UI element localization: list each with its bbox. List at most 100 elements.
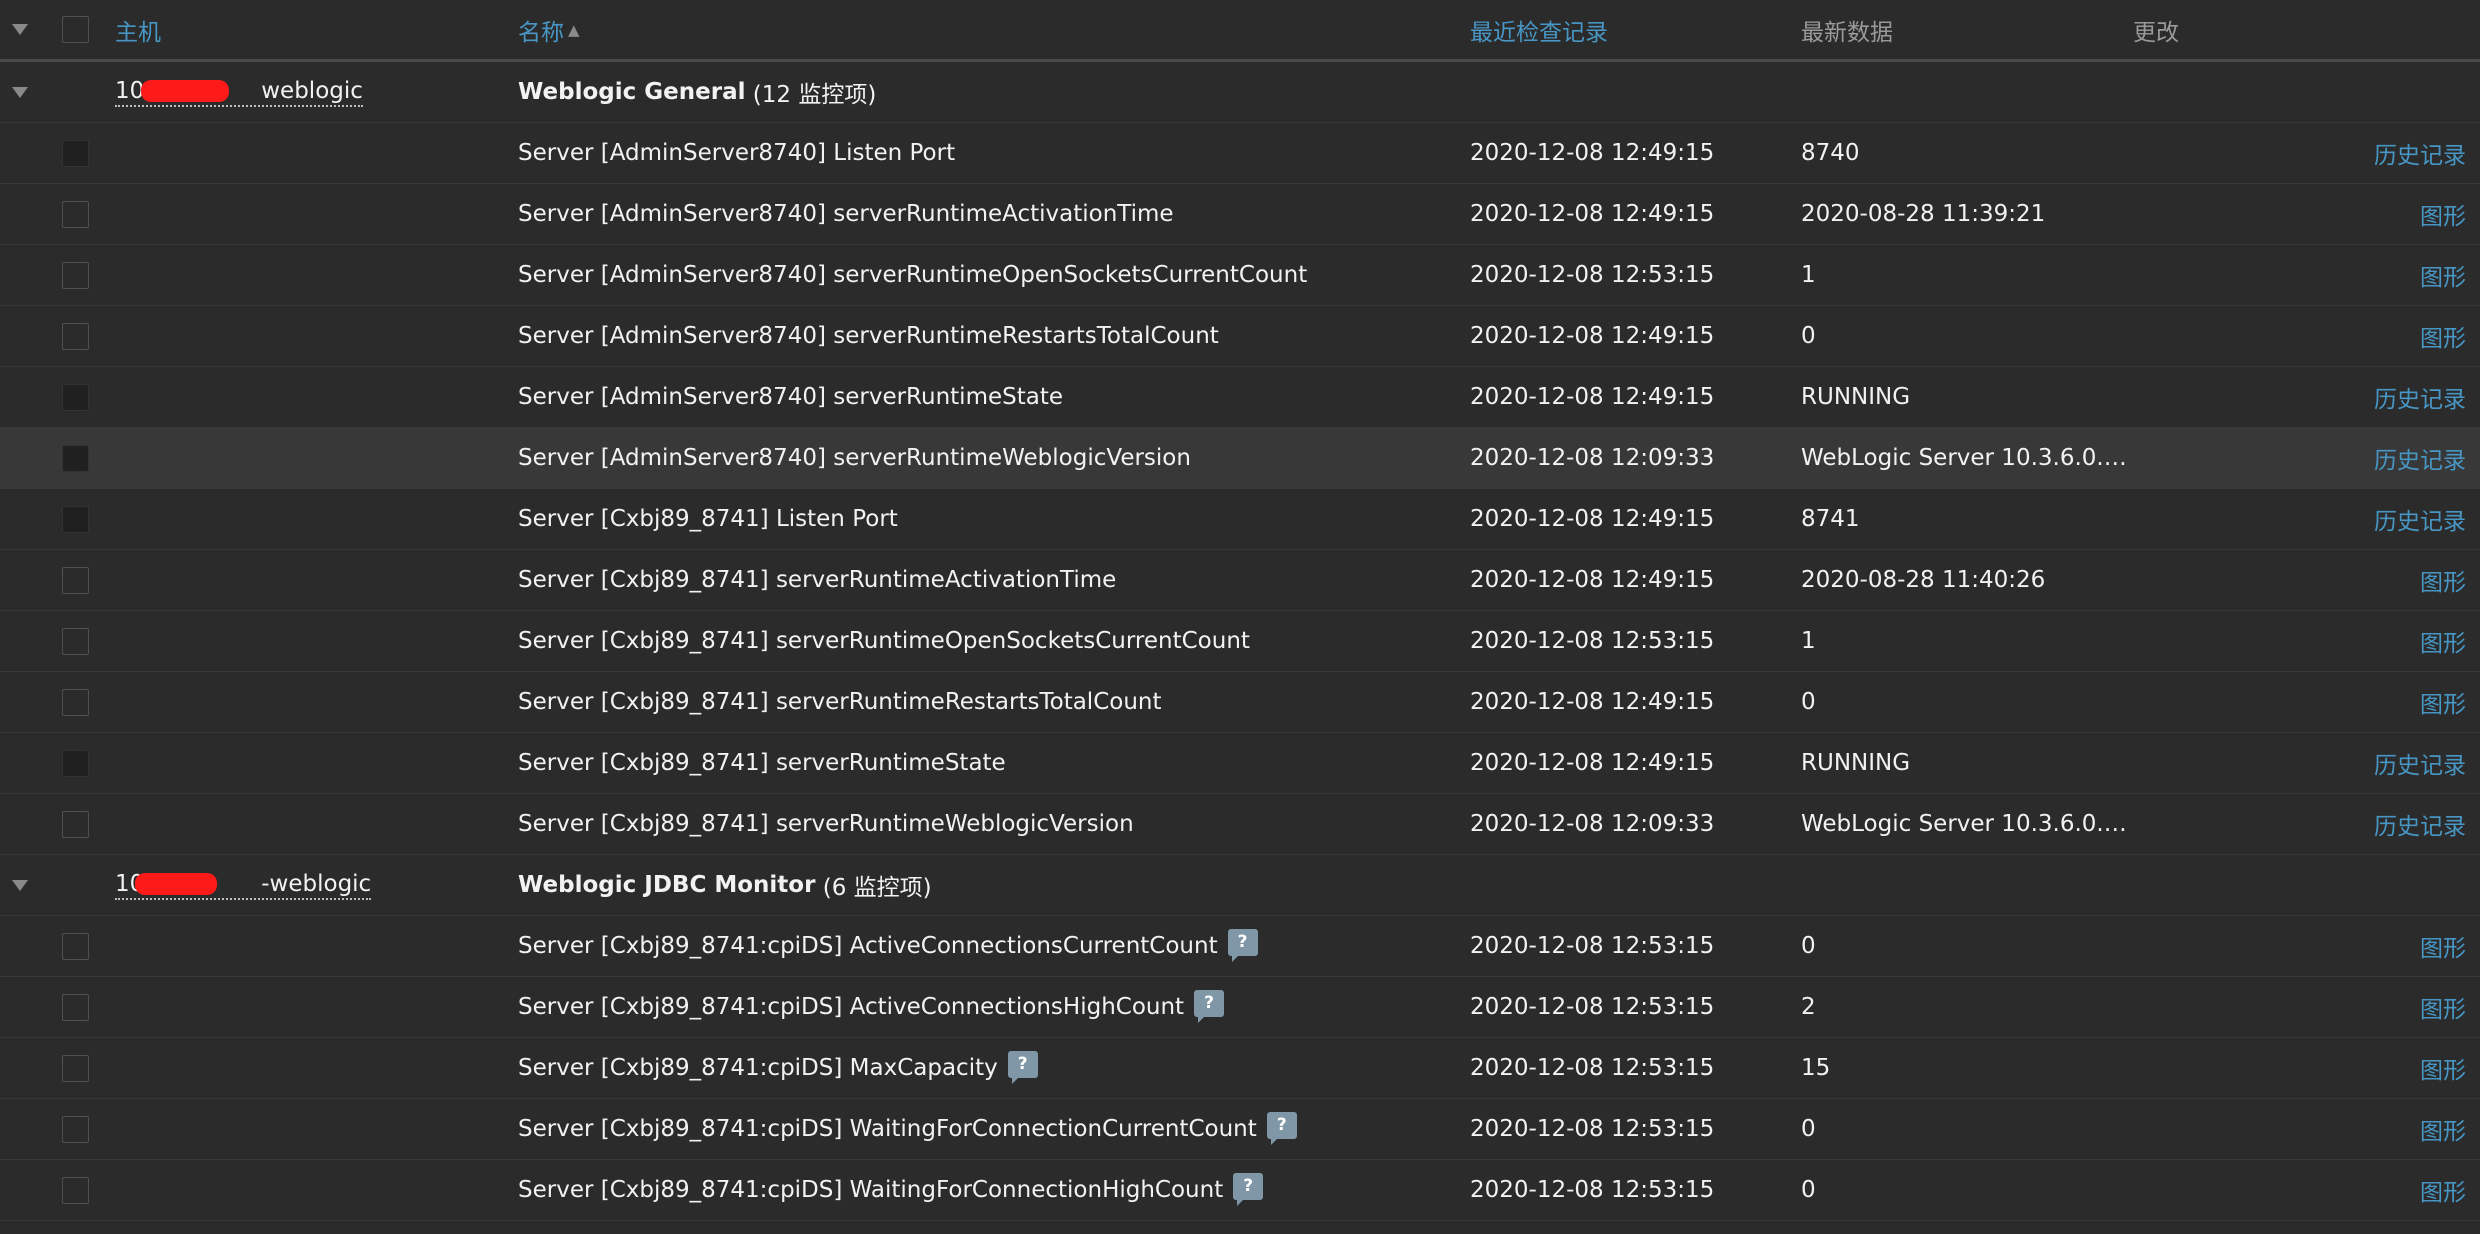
item-name-cell: Server [Cxbj89_8741] serverRuntimeActiva…: [518, 550, 1116, 610]
item-action-link[interactable]: 图形: [2420, 184, 2466, 244]
item-action-link[interactable]: 图形: [2420, 611, 2466, 671]
item-checkbox[interactable]: [62, 444, 89, 472]
chevron-down-icon: [12, 86, 28, 98]
item-name: Server [Cxbj89_8741:cpiDS] WaitingForCon…: [518, 1116, 1257, 1142]
item-checkbox[interactable]: [62, 261, 89, 289]
item-checkbox[interactable]: [62, 627, 89, 655]
item-last-check: 2020-12-08 12:49:15: [1470, 750, 1715, 776]
item-last-check: 2020-12-08 12:49:15: [1470, 567, 1715, 593]
item-name-cell: Server [AdminServer8740] Listen Port: [518, 123, 955, 183]
item-name: Server [Cxbj89_8741] serverRuntimeState: [518, 750, 1006, 776]
item-checkbox[interactable]: [62, 1115, 89, 1143]
group-toggle[interactable]: [8, 855, 38, 915]
item-checkbox-cell[interactable]: [62, 1099, 98, 1159]
item-checkbox-cell[interactable]: [62, 428, 98, 488]
item-checkbox[interactable]: [62, 566, 89, 594]
item-name-cell: Server [Cxbj89_8741] serverRuntimeRestar…: [518, 672, 1162, 732]
item-checkbox[interactable]: [62, 1176, 89, 1204]
item-checkbox-cell[interactable]: [62, 916, 98, 976]
item-checkbox[interactable]: [62, 322, 89, 350]
item-name: Server [AdminServer8740] Listen Port: [518, 140, 956, 166]
item-action-link[interactable]: 图形: [2420, 1099, 2466, 1159]
table-row: Server [Cxbj89_8741:cpiDS] WaitingForCon…: [0, 1160, 2480, 1221]
item-latest-value: 2020-08-28 11:40:26: [1801, 567, 2046, 593]
item-checkbox[interactable]: [62, 688, 89, 716]
item-checkbox-cell[interactable]: [62, 489, 98, 549]
item-action-link[interactable]: 历史记录: [2374, 123, 2466, 183]
item-name: Server [AdminServer8740] serverRuntimeOp…: [518, 262, 1308, 288]
item-last-check: 2020-12-08 12:53:15: [1470, 1116, 1715, 1142]
item-name-cell: Server [AdminServer8740] serverRuntimeWe…: [518, 428, 1191, 488]
item-action-link[interactable]: 图形: [2420, 977, 2466, 1037]
help-icon[interactable]: ?: [1007, 1050, 1038, 1084]
item-action-link[interactable]: 历史记录: [2374, 428, 2466, 488]
select-all-checkbox-cell[interactable]: [62, 0, 98, 59]
item-checkbox[interactable]: [62, 1054, 89, 1082]
table-row: Server [AdminServer8740] serverRuntimeAc…: [0, 184, 2480, 245]
item-last-check: 2020-12-08 12:09:33: [1470, 445, 1715, 471]
table-row: Server [AdminServer8740] serverRuntimeOp…: [0, 245, 2480, 306]
item-checkbox-cell[interactable]: [62, 367, 98, 427]
item-checkbox-cell[interactable]: [62, 611, 98, 671]
host-link[interactable]: 10. weblogic: [115, 77, 363, 107]
item-action-link[interactable]: 图形: [2420, 550, 2466, 610]
item-checkbox[interactable]: [62, 505, 89, 533]
chevron-down-icon: [12, 879, 28, 891]
item-checkbox[interactable]: [62, 200, 89, 228]
item-action-link[interactable]: 历史记录: [2374, 367, 2466, 427]
item-action-link[interactable]: 历史记录: [2374, 794, 2466, 854]
item-name: Server [Cxbj89_8741:cpiDS] WaitingForCon…: [518, 1177, 1224, 1203]
item-action-link[interactable]: 历史记录: [2374, 733, 2466, 793]
collapse-all-toggle[interactable]: [8, 0, 38, 59]
header-last-check[interactable]: 最近检查记录: [1470, 0, 1608, 59]
help-icon[interactable]: ?: [1227, 928, 1258, 962]
item-latest-value: RUNNING: [1801, 384, 1911, 410]
item-checkbox[interactable]: [62, 383, 89, 411]
item-checkbox[interactable]: [62, 810, 89, 838]
item-latest-value: RUNNING: [1801, 750, 1911, 776]
help-icon[interactable]: ?: [1233, 1172, 1264, 1206]
item-checkbox-cell[interactable]: [62, 123, 98, 183]
item-last-check: 2020-12-08 12:53:15: [1470, 628, 1715, 654]
item-action-link[interactable]: 图形: [2420, 306, 2466, 366]
item-checkbox[interactable]: [62, 993, 89, 1021]
application-group-title: Weblogic General (12 监控项): [518, 79, 877, 108]
help-icon[interactable]: ?: [1194, 989, 1225, 1023]
group-toggle[interactable]: [8, 62, 38, 122]
table-row: Server [Cxbj89_8741] Listen Port 2020-12-…: [0, 489, 2480, 550]
item-action-link[interactable]: 图形: [2420, 1160, 2466, 1220]
item-checkbox-cell[interactable]: [62, 184, 98, 244]
help-icon[interactable]: ?: [1266, 1111, 1297, 1145]
item-checkbox-cell[interactable]: [62, 306, 98, 366]
table-row: Server [AdminServer8740] serverRuntimeSt…: [0, 367, 2480, 428]
item-action-link[interactable]: 图形: [2420, 916, 2466, 976]
header-name[interactable]: 名称 ▲: [518, 0, 580, 59]
item-checkbox-cell[interactable]: [62, 245, 98, 305]
item-action-link[interactable]: 图形: [2420, 1038, 2466, 1098]
item-checkbox[interactable]: [62, 749, 89, 777]
item-checkbox[interactable]: [62, 139, 89, 167]
item-action-link[interactable]: 图形: [2420, 245, 2466, 305]
item-checkbox-cell[interactable]: [62, 1160, 98, 1220]
host-link[interactable]: 10 -weblogic: [115, 870, 372, 900]
item-checkbox-cell[interactable]: [62, 672, 98, 732]
table-row: Server [AdminServer8740] serverRuntimeWe…: [0, 428, 2480, 489]
item-name-cell: Server [Cxbj89_8741] serverRuntimeWeblog…: [518, 794, 1134, 854]
item-checkbox-cell[interactable]: [62, 733, 98, 793]
item-checkbox-cell[interactable]: [62, 550, 98, 610]
item-checkbox-cell[interactable]: [62, 977, 98, 1037]
item-name-cell: Server [Cxbj89_8741:cpiDS] MaxCapacity?: [518, 1038, 1038, 1098]
application-group-title: Weblogic JDBC Monitor (6 监控项): [518, 872, 932, 901]
item-action-link[interactable]: 图形: [2420, 672, 2466, 732]
header-host[interactable]: 主机: [115, 0, 161, 59]
table-header: 主机 名称 ▲ 最近检查记录 最新数据 更改: [0, 0, 2480, 62]
item-checkbox-cell[interactable]: [62, 794, 98, 854]
item-action-link[interactable]: 历史记录: [2374, 489, 2466, 549]
select-all-checkbox[interactable]: [62, 16, 89, 43]
item-checkbox-cell[interactable]: [62, 1038, 98, 1098]
item-name: Server [Cxbj89_8741] serverRuntimeWeblog…: [518, 811, 1134, 837]
item-checkbox[interactable]: [62, 932, 89, 960]
item-name: Server [Cxbj89_8741] serverRuntimeOpenSo…: [518, 628, 1250, 654]
item-last-check: 2020-12-08 12:53:15: [1470, 994, 1715, 1020]
table-row: Server [Cxbj89_8741:cpiDS] ActiveConnect…: [0, 977, 2480, 1038]
